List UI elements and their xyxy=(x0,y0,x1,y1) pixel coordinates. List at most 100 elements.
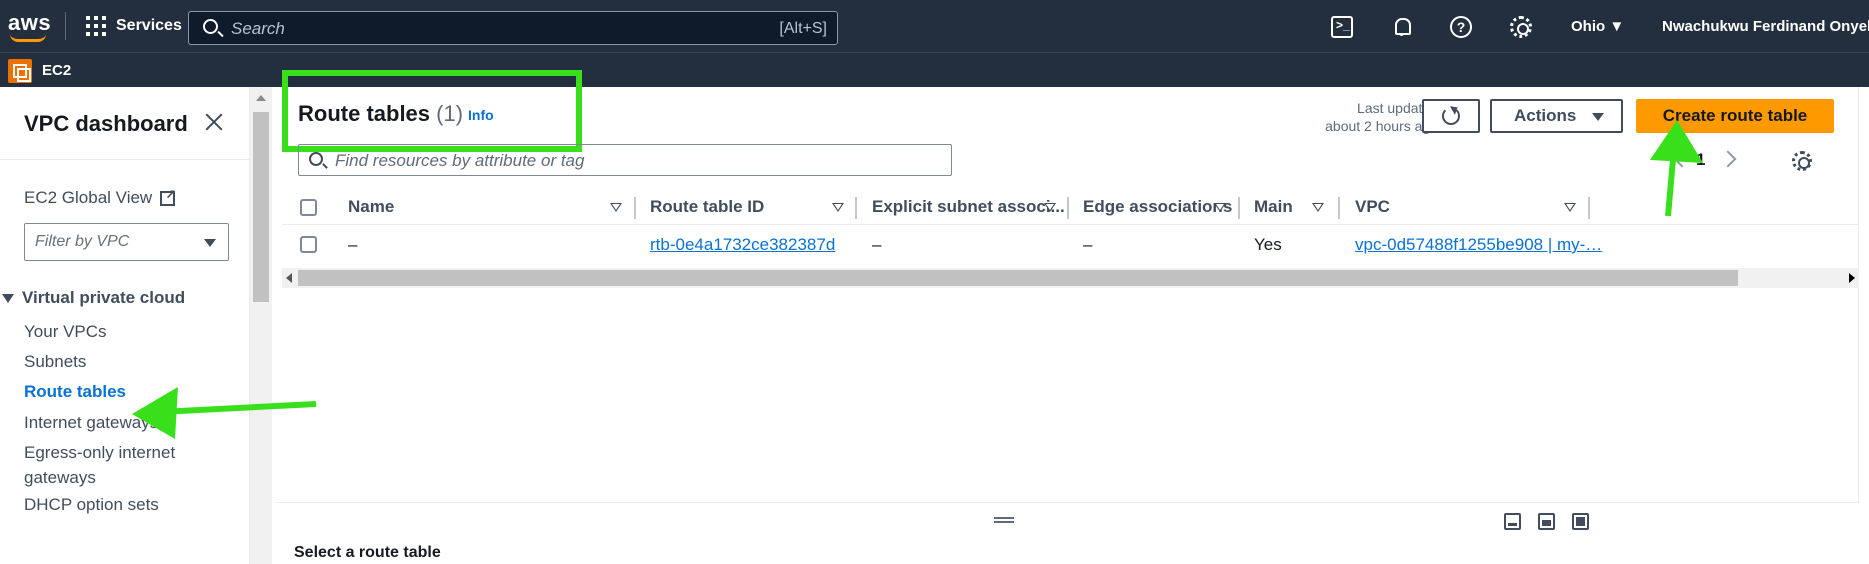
table-row[interactable]: – rtb-0e4a1732ce382387d – – Yes vpc-0d57… xyxy=(282,225,1859,265)
search-shortcut-hint: [Alt+S] xyxy=(779,20,827,37)
chevron-down-icon xyxy=(204,239,216,247)
column-header-explicit-subnet[interactable]: Explicit subnet associ... xyxy=(872,197,1065,217)
services-label: Services xyxy=(116,17,182,34)
refresh-button[interactable] xyxy=(1422,99,1480,133)
column-resizer[interactable] xyxy=(1238,197,1240,219)
account-menu[interactable]: Nwachukwu Ferdinand Onyeka xyxy=(1662,18,1869,35)
column-resizer[interactable] xyxy=(1588,197,1590,219)
sidebar-item-dhcp-option-sets[interactable]: DHCP option sets xyxy=(24,492,159,517)
sidebar: VPC dashboard EC2 Global View Filter by … xyxy=(0,87,250,564)
sort-icon[interactable] xyxy=(1312,203,1324,212)
main-content: Route tables (1) Info Last updated about… xyxy=(272,70,1869,564)
sort-icon[interactable] xyxy=(610,203,622,212)
aws-logo[interactable]: aws xyxy=(8,10,52,42)
scroll-right-icon[interactable] xyxy=(1849,273,1855,283)
cloudshell-icon[interactable] xyxy=(1331,16,1353,38)
caret-down-icon xyxy=(2,293,14,303)
sidebar-divider xyxy=(0,159,250,160)
route-table-id-link[interactable]: rtb-0e4a1732ce382387d xyxy=(650,235,835,255)
find-resources-input[interactable]: Find resources by attribute or tag xyxy=(298,144,952,176)
sidebar-item-egress-only-internet-gateways[interactable]: Egress-only internet gateways xyxy=(24,440,184,490)
scrollbar-thumb[interactable] xyxy=(298,270,1738,286)
last-updated-value: about 2 hours ago xyxy=(1325,118,1438,134)
column-resizer[interactable] xyxy=(1338,197,1340,219)
scroll-left-icon[interactable] xyxy=(286,273,292,283)
split-panel-bottom-icon[interactable] xyxy=(1504,513,1521,530)
sidebar-title[interactable]: VPC dashboard xyxy=(24,111,188,137)
vpc-filter-select[interactable]: Filter by VPC xyxy=(24,223,229,261)
split-panel: Select a route table xyxy=(276,502,1859,564)
split-panel-title: Select a route table xyxy=(294,544,441,561)
services-menu-button[interactable]: Services xyxy=(86,16,182,36)
table-preferences-gear-icon[interactable] xyxy=(1792,151,1812,171)
split-panel-side-icon[interactable] xyxy=(1538,513,1555,530)
ec2-icon[interactable] xyxy=(8,59,32,83)
column-resizer[interactable] xyxy=(855,197,857,219)
sidebar-item-ec2-global-view[interactable]: EC2 Global View xyxy=(24,187,176,208)
column-header-main[interactable]: Main xyxy=(1254,197,1293,217)
nav-divider xyxy=(65,12,66,40)
ec2-favorite-link[interactable]: EC2 xyxy=(42,62,71,79)
grid-icon xyxy=(86,16,106,36)
sidebar-item-subnets[interactable]: Subnets xyxy=(24,349,86,374)
service-bar: EC2 xyxy=(0,52,1869,87)
scroll-up-icon[interactable] xyxy=(256,95,266,101)
last-updated-text: Last updated about 2 hours ago xyxy=(1298,99,1438,135)
scrollbar-thumb[interactable] xyxy=(253,112,269,302)
resize-handle-icon[interactable] xyxy=(994,517,1014,523)
split-panel-full-icon[interactable] xyxy=(1572,513,1589,530)
sidebar-item-internet-gateways[interactable]: Internet gateways xyxy=(24,410,158,435)
chevron-right-icon[interactable] xyxy=(1719,150,1737,168)
select-all-checkbox[interactable] xyxy=(300,199,317,216)
caret-down-icon xyxy=(1592,113,1604,121)
right-edge xyxy=(1860,87,1869,564)
vpc-filter-placeholder: Filter by VPC xyxy=(35,233,130,250)
create-route-table-button[interactable]: Create route table xyxy=(1636,99,1834,133)
page-number[interactable]: 1 xyxy=(1696,150,1705,170)
search-icon xyxy=(203,19,218,34)
gear-icon[interactable] xyxy=(1510,16,1532,38)
search-placeholder: Search xyxy=(231,19,285,38)
sidebar-item-route-tables[interactable]: Route tables xyxy=(24,379,126,404)
actions-button[interactable]: Actions xyxy=(1490,99,1623,133)
vpc-link[interactable]: vpc-0d57488f1255be908 | my-… xyxy=(1355,235,1602,255)
sidebar-scrollbar[interactable] xyxy=(250,87,272,564)
bell-icon[interactable] xyxy=(1391,16,1413,38)
external-link-icon xyxy=(160,187,176,206)
column-resizer[interactable] xyxy=(634,197,636,219)
sort-icon[interactable] xyxy=(832,203,844,212)
chevron-left-icon[interactable] xyxy=(1673,150,1691,168)
sidebar-item-label: EC2 Global View xyxy=(24,188,153,207)
help-icon[interactable]: ? xyxy=(1450,16,1472,38)
top-navigation-bar: aws Services Search [Alt+S] ? Ohio ▼ Nwa… xyxy=(0,0,1869,52)
column-header-name[interactable]: Name xyxy=(348,197,394,217)
search-input[interactable]: Search [Alt+S] xyxy=(188,11,838,45)
region-selector[interactable]: Ohio ▼ xyxy=(1571,18,1624,35)
column-header-route-table-id[interactable]: Route table ID xyxy=(650,197,764,217)
find-resources-placeholder: Find resources by attribute or tag xyxy=(335,151,585,170)
column-resizer[interactable] xyxy=(1067,197,1069,219)
column-header-edge-associations[interactable]: Edge associations xyxy=(1083,197,1232,217)
sidebar-item-your-vpcs[interactable]: Your VPCs xyxy=(24,319,107,344)
refresh-icon xyxy=(1442,107,1460,125)
cell-edge-associations: – xyxy=(1083,235,1093,254)
table-horizontal-scrollbar[interactable] xyxy=(282,268,1859,288)
aws-logo-text: aws xyxy=(8,10,52,35)
column-header-vpc[interactable]: VPC xyxy=(1355,197,1390,217)
row-checkbox[interactable] xyxy=(300,236,317,253)
sidebar-section-virtual-private-cloud[interactable]: Virtual private cloud xyxy=(0,288,185,308)
cell-main: Yes xyxy=(1254,235,1282,254)
sort-icon[interactable] xyxy=(1044,203,1056,212)
sort-icon[interactable] xyxy=(1564,203,1576,212)
cell-explicit-subnet: – xyxy=(872,235,882,254)
annotation-highlight-box xyxy=(282,70,582,152)
route-tables-panel: Route tables (1) Info Last updated about… xyxy=(276,70,1859,502)
close-icon[interactable] xyxy=(203,111,225,133)
actions-label: Actions xyxy=(1514,106,1577,125)
table-header: Name Route table ID Explicit subnet asso… xyxy=(282,189,1859,225)
cell-name: – xyxy=(348,235,358,254)
sidebar-section-label: Virtual private cloud xyxy=(22,288,186,307)
sort-icon[interactable] xyxy=(1214,203,1226,212)
search-icon xyxy=(309,152,323,166)
last-updated-label: Last updated xyxy=(1357,100,1438,116)
